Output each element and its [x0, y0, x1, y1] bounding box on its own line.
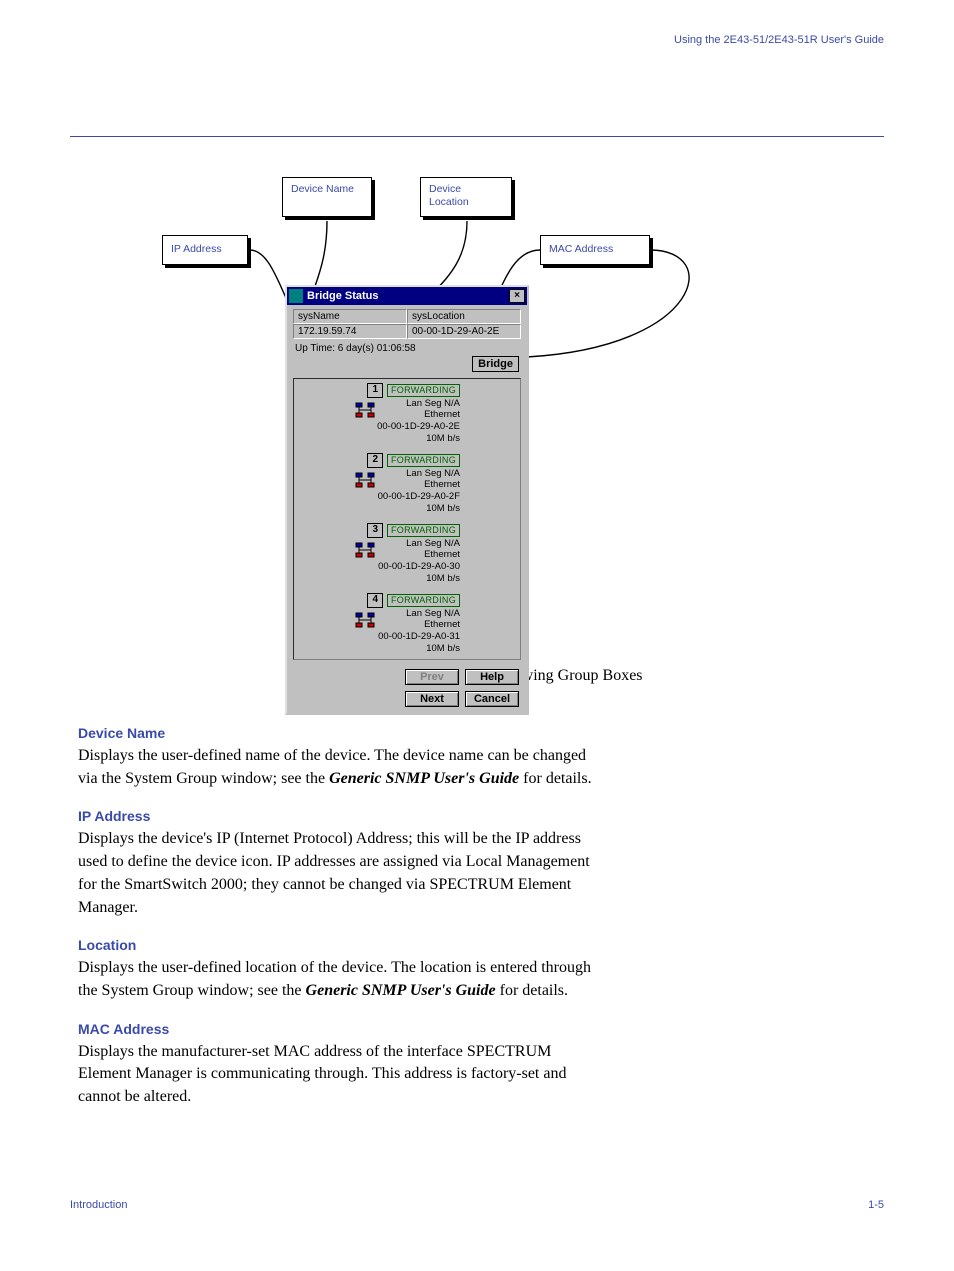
- mac-field: 00-00-1D-29-A0-2E: [407, 324, 521, 339]
- page-section: Using the 2E43-51/2E43-51R User's Guide: [674, 34, 884, 46]
- port-mac: 00-00-1D-29-A0-2E: [351, 421, 460, 433]
- def-ip-body: Displays the device's IP (Internet Proto…: [78, 828, 608, 919]
- port-state: FORWARDING: [387, 524, 460, 537]
- window-sysmenu-icon[interactable]: [289, 289, 303, 303]
- bridge-icon: [353, 401, 377, 421]
- bridge-tab[interactable]: Bridge: [472, 356, 519, 372]
- callout-mac-address: MAC Address: [540, 235, 650, 265]
- bridge-status-window: Bridge Status × sysName sysLocation 172.…: [285, 285, 529, 715]
- page-footer: Introduction 1-5: [70, 1199, 884, 1211]
- bridge-icon: [353, 471, 377, 491]
- port-mac: 00-00-1D-29-A0-31: [351, 631, 460, 643]
- port-state: FORWARDING: [387, 594, 460, 607]
- syslocation-field[interactable]: sysLocation: [407, 309, 521, 324]
- port-2[interactable]: 2 FORWARDING Lan Seg N/A Ethernet: [351, 453, 463, 515]
- footer-page-number: 1-5: [868, 1199, 884, 1211]
- figure: Device Name Device Location IP Address M…: [162, 177, 792, 647]
- def-ip-head: IP Address: [78, 808, 608, 824]
- header-rule: [70, 136, 884, 137]
- callout-ip-address: IP Address: [162, 235, 248, 265]
- device-info-grid: sysName sysLocation 172.19.59.74 00-00-1…: [287, 305, 527, 341]
- cancel-button[interactable]: Cancel: [465, 691, 519, 707]
- callout-device-location: Device Location: [420, 177, 512, 217]
- next-button[interactable]: Next: [405, 691, 459, 707]
- def-name-body: Displays the user-defined name of the de…: [78, 745, 608, 790]
- window-title: Bridge Status: [307, 290, 509, 302]
- port-number[interactable]: 4: [367, 593, 383, 608]
- port-4[interactable]: 4 FORWARDING Lan Seg N/A Ethernet: [351, 593, 463, 655]
- def-name-head: Device Name: [78, 725, 608, 741]
- port-mac: 00-00-1D-29-A0-2F: [351, 491, 460, 503]
- sysname-field[interactable]: sysName: [293, 309, 407, 324]
- port-state: FORWARDING: [387, 454, 460, 467]
- port-1[interactable]: 1 FORWARDING Lan Seg N/A Ethernet: [351, 383, 463, 445]
- prev-button[interactable]: Prev: [405, 669, 459, 685]
- callout-device-name: Device Name: [282, 177, 372, 217]
- ip-field: 172.19.59.74: [293, 324, 407, 339]
- bridge-icon: [353, 611, 377, 631]
- port-speed: 10M b/s: [351, 643, 460, 655]
- ports-area: 1 FORWARDING Lan Seg N/A Ethernet: [293, 378, 521, 660]
- port-number[interactable]: 3: [367, 523, 383, 538]
- port-number[interactable]: 1: [367, 383, 383, 398]
- footer-chapter: Introduction: [70, 1199, 127, 1211]
- port-speed: 10M b/s: [351, 433, 460, 445]
- port-speed: 10M b/s: [351, 503, 460, 515]
- def-mac-body: Displays the manufacturer-set MAC addres…: [78, 1041, 608, 1109]
- port-number[interactable]: 2: [367, 453, 383, 468]
- bridge-icon: [353, 541, 377, 561]
- titlebar[interactable]: Bridge Status ×: [287, 287, 527, 305]
- port-mac: 00-00-1D-29-A0-30: [351, 561, 460, 573]
- port-3[interactable]: 3 FORWARDING Lan Seg N/A Ethernet: [351, 523, 463, 585]
- def-loc-body: Displays the user-defined location of th…: [78, 957, 608, 1002]
- def-mac-head: MAC Address: [78, 1021, 608, 1037]
- def-loc-head: Location: [78, 937, 608, 953]
- close-icon[interactable]: ×: [509, 289, 525, 303]
- help-button[interactable]: Help: [465, 669, 519, 685]
- port-state: FORWARDING: [387, 384, 460, 397]
- port-speed: 10M b/s: [351, 573, 460, 585]
- body-text: Device Name Displays the user-defined na…: [78, 725, 608, 1109]
